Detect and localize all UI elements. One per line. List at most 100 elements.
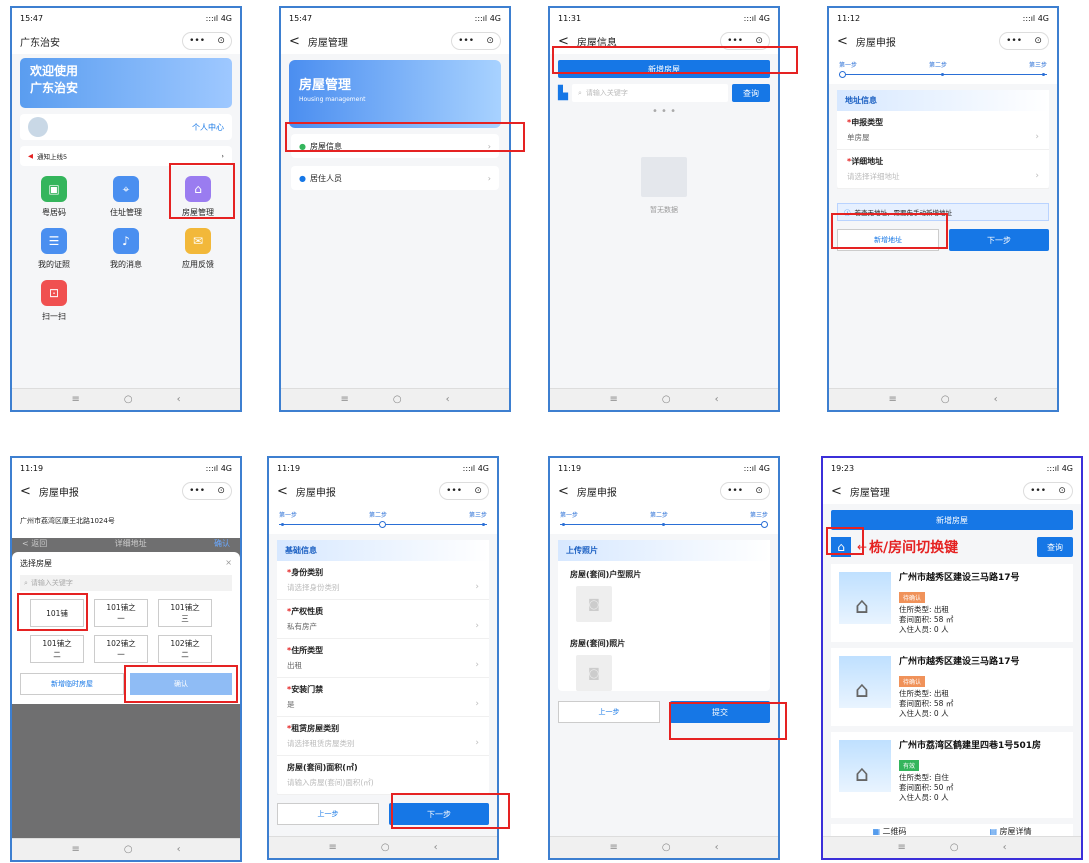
back-icon[interactable]: ‹ — [177, 844, 181, 855]
access-control-field[interactable]: *安装门禁是 › — [277, 678, 489, 717]
menu-icon[interactable]: ≡ — [71, 394, 79, 405]
user-card[interactable]: 个人中心 — [20, 114, 232, 140]
add-temp-house-button[interactable]: 新增临时房屋 — [20, 673, 124, 695]
avatar — [28, 117, 48, 137]
grid-item-messages[interactable]: ♪ 我的消息 — [91, 228, 161, 270]
back-icon[interactable]: ‹ — [1003, 842, 1007, 853]
mini-capsule[interactable]: ••• ⊙ — [720, 482, 770, 500]
welcome-banner: 欢迎使用 广东治安 — [20, 58, 232, 108]
back-icon[interactable]: ‹ — [715, 842, 719, 853]
home-circle-icon[interactable]: ○ — [662, 842, 671, 853]
search-button[interactable]: 查询 — [1037, 537, 1073, 557]
notice-bar[interactable]: ◀ 通知上线5 › — [20, 146, 232, 166]
identity-type-field[interactable]: *身份类别 请选择身份类别 › — [277, 561, 489, 600]
chevron-right-icon: › — [1035, 132, 1039, 142]
back-arrow-icon[interactable]: < — [20, 484, 31, 499]
declare-type-field[interactable]: *申报类型 单房屋 › — [837, 111, 1049, 150]
user-center-link[interactable]: 个人中心 — [192, 122, 224, 133]
close-icon[interactable]: × — [225, 558, 232, 569]
rental-category-field[interactable]: *租赁房屋类别 请选择租赁房屋类别 › — [277, 717, 489, 756]
house-cell[interactable]: 102铺之一 — [94, 635, 148, 663]
menu-house-info[interactable]: ● 房屋信息 › — [291, 134, 499, 158]
back-icon[interactable]: ‹ — [177, 394, 181, 405]
add-address-button[interactable]: 新增地址 — [837, 229, 939, 251]
building-icon: ▙ — [558, 85, 568, 101]
back-icon[interactable]: ‹ — [434, 842, 438, 853]
close-circle-icon: ⊙ — [486, 36, 494, 46]
back-arrow-icon[interactable]: < — [277, 484, 288, 499]
grid-item-scan[interactable]: ⊡ 扫一扫 — [19, 280, 89, 322]
home-circle-icon[interactable]: ○ — [662, 394, 671, 405]
search-input[interactable]: ⌕ 请输入关键字 — [572, 84, 728, 102]
menu-icon[interactable]: ≡ — [340, 394, 348, 405]
house-cell[interactable]: 101铺之二 — [30, 635, 84, 663]
submit-button[interactable]: 提交 — [670, 701, 770, 723]
sheet-search-input[interactable]: ⌕ 请输入关键字 — [20, 575, 232, 591]
grid-item-feedback[interactable]: ✉ 应用反馈 — [163, 228, 233, 270]
house-card[interactable]: 广州市荔湾区鹤建里四巷1号501房有效 住所类型: 自住套间面积: 50 ㎡入住… — [831, 732, 1073, 818]
next-button[interactable]: 下一步 — [949, 229, 1049, 251]
back-arrow-icon[interactable]: < — [837, 34, 848, 49]
home-circle-icon[interactable]: ○ — [941, 394, 950, 405]
back-arrow-icon[interactable]: < — [289, 34, 300, 49]
step-progress: 第一步 第二步 第三步 — [550, 504, 778, 534]
mini-capsule[interactable]: ••• ⊙ — [439, 482, 489, 500]
back-icon[interactable]: ‹ — [715, 394, 719, 405]
house-detail-button[interactable]: ▤ 房屋详情 — [989, 826, 1031, 837]
doc-icon: ▤ — [989, 826, 1000, 836]
house-cell[interactable]: 101铺 — [30, 599, 84, 627]
mini-capsule[interactable]: ••• ⊙ — [451, 32, 501, 50]
page-title: 房屋申报 — [855, 37, 896, 49]
house-cell[interactable]: 101铺之三 — [158, 599, 212, 627]
confirm-button[interactable]: 确认 — [130, 673, 232, 695]
house-cell[interactable]: 101铺之一 — [94, 599, 148, 627]
back-icon[interactable]: ‹ — [446, 394, 450, 405]
add-house-button[interactable]: 新增房屋 — [558, 60, 770, 78]
menu-icon[interactable]: ≡ — [328, 842, 336, 853]
home-circle-icon[interactable]: ○ — [124, 844, 133, 855]
next-button[interactable]: 下一步 — [389, 803, 489, 825]
camera-icon[interactable]: ◙ — [576, 586, 612, 622]
back-arrow-icon[interactable]: < — [831, 484, 842, 499]
menu-icon[interactable]: ≡ — [897, 842, 905, 853]
menu-residents[interactable]: ● 居住人员 › — [291, 166, 499, 190]
grid-item-address[interactable]: ⌖ 住址管理 — [91, 176, 161, 218]
close-circle-icon: ⊙ — [755, 486, 763, 496]
grid-item-certificates[interactable]: ☰ 我的证照 — [19, 228, 89, 270]
residence-type-field[interactable]: *住所类型 出租 › — [277, 639, 489, 678]
qr-code-button[interactable]: ▦ 二维码 — [872, 826, 906, 837]
house-card[interactable]: 广州市越秀区建设三马路17号待确认 住所类型: 出租套间面积: 58 ㎡入住人员… — [831, 648, 1073, 726]
status-badge: 待确认 — [899, 675, 926, 687]
home-circle-icon[interactable]: ○ — [393, 394, 402, 405]
address-field[interactable]: *详细地址 请选择详细地址 › — [837, 150, 1049, 189]
mini-capsule[interactable]: ••• ⊙ — [999, 32, 1049, 50]
home-circle-icon[interactable]: ○ — [381, 842, 390, 853]
menu-icon[interactable]: ≡ — [609, 842, 617, 853]
home-circle-icon[interactable]: ○ — [124, 394, 133, 405]
building-house-icon[interactable]: ⌂ — [831, 537, 851, 557]
prev-button[interactable]: 上一步 — [277, 803, 379, 825]
back-arrow-icon[interactable]: < — [558, 34, 569, 49]
home-circle-icon[interactable]: ○ — [950, 842, 959, 853]
grid-item-housing[interactable]: ⌂ 房屋管理 — [163, 176, 233, 218]
prev-button[interactable]: 上一步 — [558, 701, 660, 723]
back-arrow-icon[interactable]: < — [558, 484, 569, 499]
area-input[interactable]: 房屋(套间)面积(㎡) 请输入房屋(套间)面积(㎡) — [277, 756, 489, 795]
search-button[interactable]: 查询 — [732, 84, 770, 102]
mini-capsule[interactable]: ••• ⊙ — [182, 32, 232, 50]
menu-icon[interactable]: ≡ — [888, 394, 896, 405]
grid-item-residence-code[interactable]: ▣ 粤居码 — [19, 176, 89, 218]
add-house-button[interactable]: 新增房屋 — [831, 510, 1073, 530]
back-icon[interactable]: ‹ — [994, 394, 998, 405]
menu-icon[interactable]: ≡ — [71, 844, 79, 855]
mini-capsule[interactable]: ••• ⊙ — [1023, 482, 1073, 500]
camera-icon[interactable]: ◙ — [576, 655, 612, 691]
menu-icon[interactable]: ≡ — [609, 394, 617, 405]
mini-capsule[interactable]: ••• ⊙ — [720, 32, 770, 50]
house-card[interactable]: 广州市越秀区建设三马路17号待确认 住所类型: 出租套间面积: 58 ㎡入住人员… — [831, 564, 1073, 642]
house-cell[interactable]: 102铺之二 — [158, 635, 212, 663]
mini-capsule[interactable]: ••• ⊙ — [182, 482, 232, 500]
property-nature-field[interactable]: *产权性质 私有房产 › — [277, 600, 489, 639]
picker-back[interactable]: < 返回 — [22, 538, 47, 550]
picker-ok[interactable]: 确认 — [214, 538, 230, 550]
